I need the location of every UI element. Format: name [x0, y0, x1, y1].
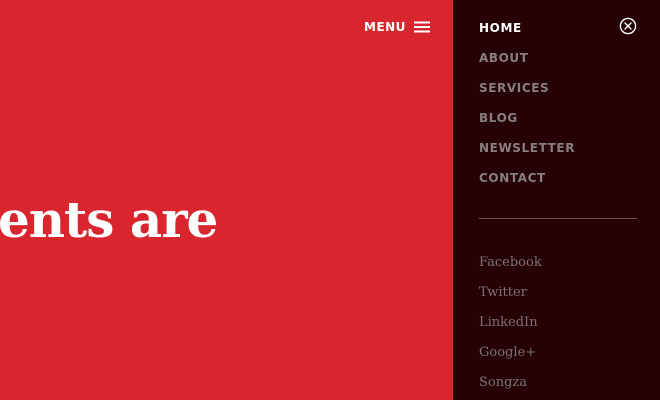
nav-divider [479, 218, 637, 219]
nav-link-about[interactable]: ABOUT [479, 51, 529, 65]
nav-link-newsletter[interactable]: NEWSLETTER [479, 141, 575, 155]
social-item-facebook: Facebook [479, 251, 542, 281]
menu-label: MENU [364, 20, 406, 34]
social-links: Facebook Twitter LinkedIn Google+ Songza [479, 251, 542, 400]
navigation-drawer: HOME ABOUT SERVICES BLOG NEWSLETTER CONT… [453, 0, 660, 400]
social-link-songza[interactable]: Songza [479, 375, 527, 390]
social-item-linkedin: LinkedIn [479, 311, 542, 341]
social-link-facebook[interactable]: Facebook [479, 255, 542, 270]
social-item-googleplus: Google+ [479, 341, 542, 371]
social-item-twitter: Twitter [479, 281, 542, 311]
close-menu-button[interactable] [619, 17, 637, 35]
social-item-songza: Songza [479, 371, 542, 400]
nav-link-blog[interactable]: BLOG [479, 111, 518, 125]
primary-nav: HOME ABOUT SERVICES BLOG NEWSLETTER CONT… [479, 17, 575, 197]
social-link-twitter[interactable]: Twitter [479, 285, 527, 300]
nav-item-about: ABOUT [479, 47, 575, 77]
nav-item-home: HOME [479, 17, 575, 47]
nav-link-contact[interactable]: CONTACT [479, 171, 546, 185]
nav-link-home[interactable]: HOME [479, 21, 522, 35]
hero-section: MENU ents are [0, 0, 453, 400]
hamburger-icon [413, 21, 430, 33]
social-link-linkedin[interactable]: LinkedIn [479, 315, 538, 330]
menu-toggle-button[interactable]: MENU [364, 18, 430, 36]
nav-item-newsletter: NEWSLETTER [479, 137, 575, 167]
nav-link-services[interactable]: SERVICES [479, 81, 549, 95]
nav-item-blog: BLOG [479, 107, 575, 137]
social-link-googleplus[interactable]: Google+ [479, 345, 536, 360]
nav-item-contact: CONTACT [479, 167, 575, 197]
close-icon [619, 17, 637, 35]
hero-headline: ents are [0, 190, 218, 249]
nav-item-services: SERVICES [479, 77, 575, 107]
